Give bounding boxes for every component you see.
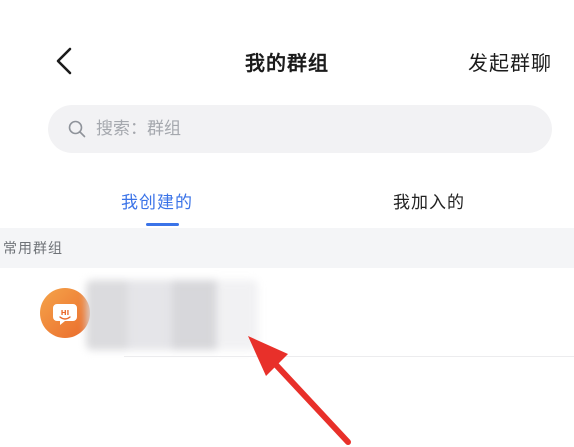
- chevron-left-icon: [56, 47, 72, 75]
- tab-joined-by-me[interactable]: 我加入的: [393, 188, 465, 213]
- search-icon: [68, 120, 86, 138]
- group-list-item[interactable]: HI: [0, 268, 574, 358]
- hi-chat-bubble-icon: HI: [53, 304, 77, 325]
- tab-created-by-me[interactable]: 我创建的: [121, 188, 193, 213]
- avatar-text: HI: [61, 309, 69, 317]
- start-group-chat-button[interactable]: 发起群聊: [468, 47, 552, 76]
- section-title: 常用群组: [3, 241, 63, 257]
- header-bar: 我的群组 发起群聊: [0, 0, 574, 122]
- divider: [124, 356, 574, 357]
- group-name-blurred: [86, 280, 258, 350]
- tab-bar: 我创建的 我加入的: [0, 180, 574, 228]
- back-button[interactable]: [50, 43, 82, 79]
- active-tab-indicator: [146, 223, 179, 226]
- section-header: 常用群组: [0, 228, 574, 268]
- search-bar[interactable]: [48, 105, 552, 153]
- search-input[interactable]: [96, 119, 476, 139]
- group-avatar: HI: [40, 288, 90, 338]
